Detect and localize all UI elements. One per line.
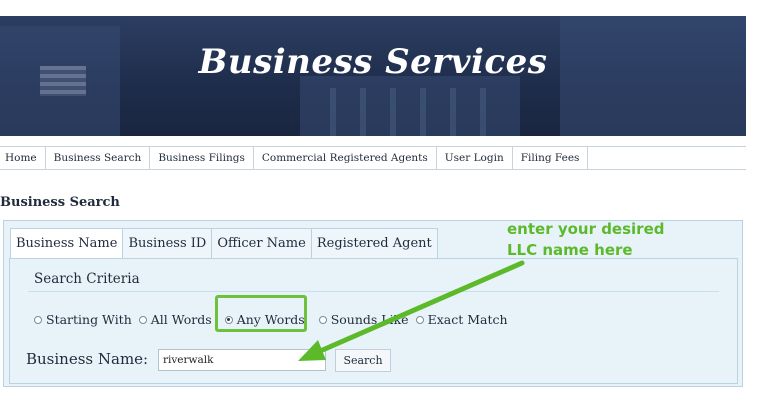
annotation-arrow-icon	[298, 260, 525, 361]
